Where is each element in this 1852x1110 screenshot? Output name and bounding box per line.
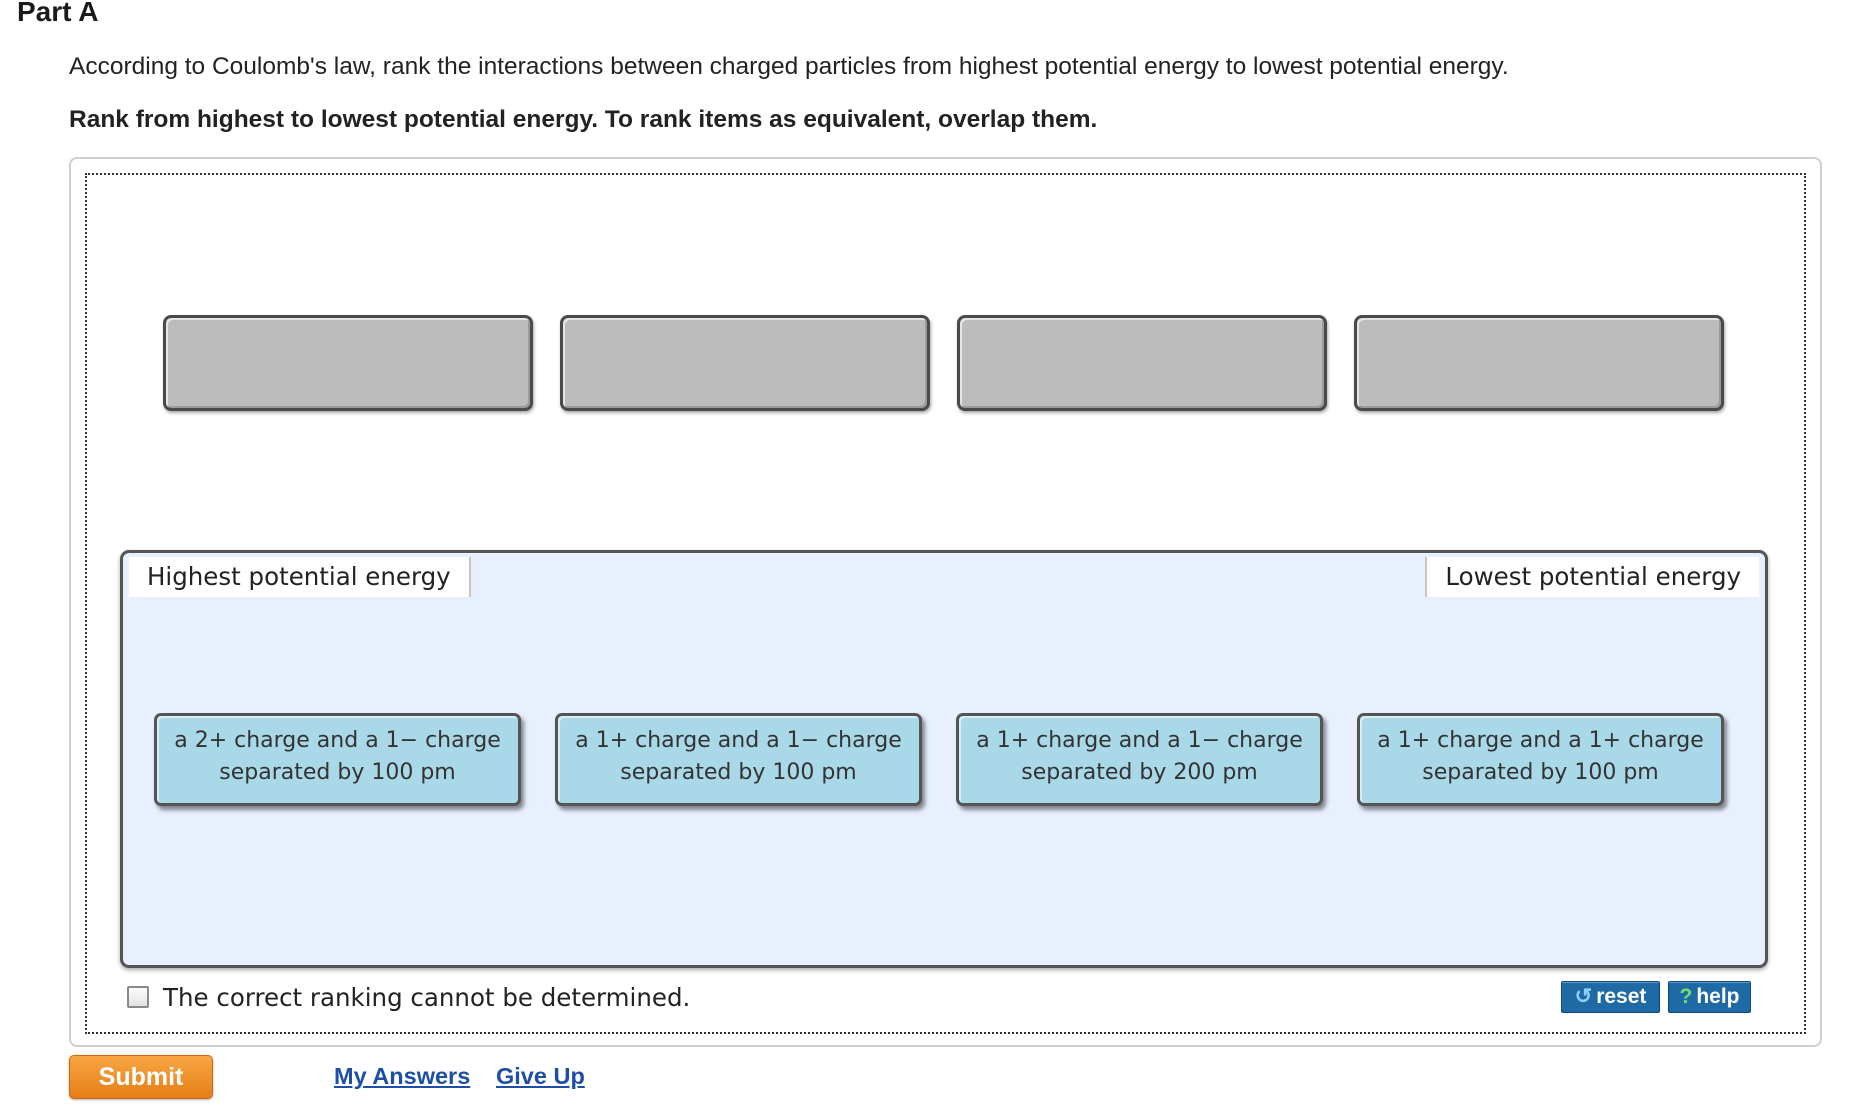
item-line-1: a 2+ charge and a 1− charge xyxy=(174,728,501,753)
my-answers-link[interactable]: My Answers xyxy=(334,1063,470,1090)
rank-slot-3[interactable] xyxy=(957,315,1327,411)
rank-slot-4[interactable] xyxy=(1354,315,1724,411)
reset-button[interactable]: ↺ reset xyxy=(1561,981,1660,1013)
question-text: According to Coulomb's law, rank the int… xyxy=(69,53,1509,80)
submit-button[interactable]: Submit xyxy=(69,1055,213,1099)
help-label: help xyxy=(1696,985,1740,1008)
reset-icon: ↺ xyxy=(1574,985,1593,1008)
rank-slot-2[interactable] xyxy=(560,315,930,411)
help-button[interactable]: ? help xyxy=(1668,981,1751,1013)
help-icon: ? xyxy=(1679,985,1693,1008)
item-line-1: a 1+ charge and a 1− charge xyxy=(976,728,1303,753)
give-up-link[interactable]: Give Up xyxy=(496,1063,585,1090)
cannot-determine-label[interactable]: The correct ranking cannot be determined… xyxy=(163,983,690,1013)
rank-slot-1[interactable] xyxy=(163,315,533,411)
rank-item-1plus-1minus-200pm[interactable]: a 1+ charge and a 1− charge separated by… xyxy=(956,713,1323,806)
rank-item-2plus-1minus-100pm[interactable]: a 2+ charge and a 1− charge separated by… xyxy=(154,713,521,806)
item-line-2: separated by 100 pm xyxy=(620,760,857,785)
item-line-1: a 1+ charge and a 1− charge xyxy=(575,728,902,753)
cannot-determine-checkbox[interactable] xyxy=(127,986,149,1008)
lowest-energy-label: Lowest potential energy xyxy=(1425,557,1759,597)
item-line-2: separated by 200 pm xyxy=(1021,760,1258,785)
instruction-text: Rank from highest to lowest potential en… xyxy=(69,106,1098,133)
item-line-2: separated by 100 pm xyxy=(1422,760,1659,785)
reset-label: reset xyxy=(1596,985,1647,1008)
item-line-1: a 1+ charge and a 1+ charge xyxy=(1377,728,1704,753)
part-title: Part A xyxy=(17,0,99,27)
rank-item-1plus-1plus-100pm[interactable]: a 1+ charge and a 1+ charge separated by… xyxy=(1357,713,1724,806)
rank-item-1plus-1minus-100pm[interactable]: a 1+ charge and a 1− charge separated by… xyxy=(555,713,922,806)
item-line-2: separated by 100 pm xyxy=(219,760,456,785)
highest-energy-label: Highest potential energy xyxy=(129,557,471,597)
